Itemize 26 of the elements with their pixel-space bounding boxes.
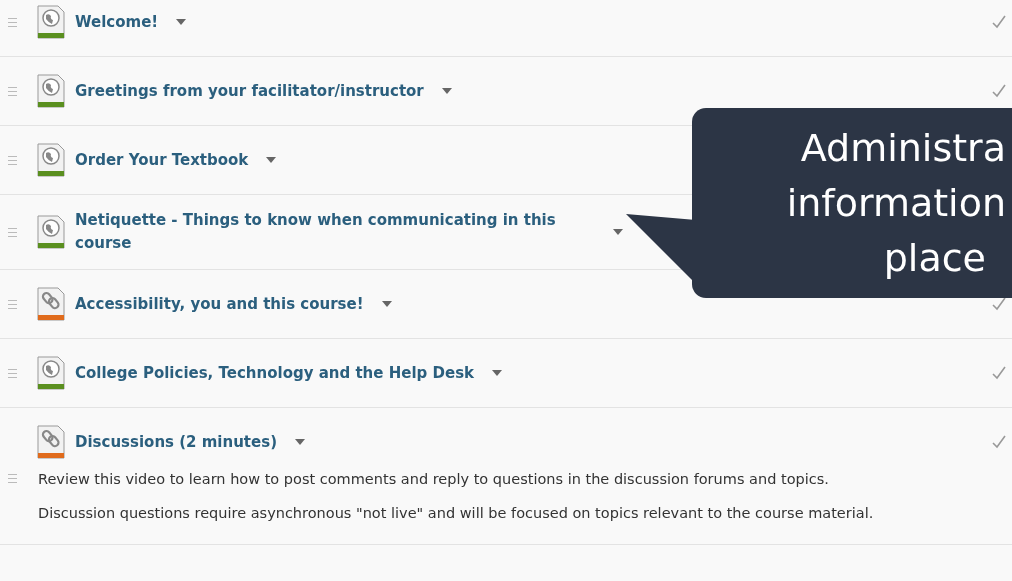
callout-text: information bbox=[786, 179, 1006, 227]
web-page-icon bbox=[37, 143, 65, 177]
web-page-icon bbox=[37, 74, 65, 108]
caret-icon[interactable] bbox=[441, 88, 452, 94]
caret-icon[interactable] bbox=[176, 19, 187, 25]
web-page-icon bbox=[37, 356, 65, 390]
link-icon bbox=[37, 287, 65, 321]
callout-text: Administra bbox=[800, 124, 1006, 172]
caret-icon[interactable] bbox=[492, 370, 503, 376]
item-title-link[interactable]: Discussions (2 minutes) bbox=[75, 430, 277, 454]
description-text: Review this video to learn how to post comments and reply to questions in the discussion forums and topics. bbox=[38, 470, 830, 489]
description-text: Discussion questions require asynchronous "not live" and will be focused on topics relevant to the course material. bbox=[38, 504, 875, 523]
caret-icon[interactable] bbox=[381, 301, 392, 307]
web-page-icon bbox=[37, 215, 65, 249]
caret-icon[interactable] bbox=[266, 157, 277, 163]
caret-icon[interactable] bbox=[613, 229, 623, 235]
item-title-link[interactable]: College Policies, Technology and the Help Desk bbox=[75, 361, 475, 385]
caret-icon[interactable] bbox=[295, 439, 305, 445]
web-page-icon bbox=[37, 5, 65, 39]
item-title-link[interactable]: Accessibility, you and this course! bbox=[75, 292, 364, 316]
item-title-link[interactable]: Welcome! bbox=[75, 10, 159, 34]
item-title-link[interactable]: Netiquette - Things to know when communicating in this course bbox=[75, 209, 595, 255]
item-title-link[interactable]: Order Your Textbook bbox=[75, 148, 249, 172]
link-icon bbox=[37, 425, 65, 459]
item-title-link[interactable]: Greetings from your facilitator/instructor bbox=[75, 79, 424, 103]
callout-text: place bbox=[883, 234, 986, 282]
